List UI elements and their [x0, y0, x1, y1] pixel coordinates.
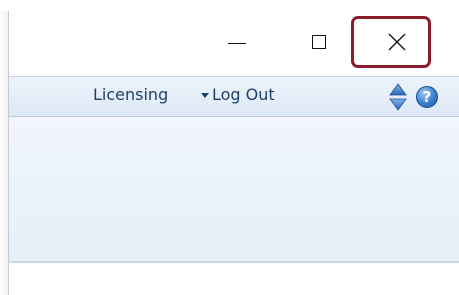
- log-out-link[interactable]: Log Out: [212, 85, 275, 105]
- toolbar: Licensing Log Out ?: [8, 76, 459, 117]
- application-window: Licensing Log Out ?: [0, 0, 459, 295]
- caret-down-icon[interactable]: [201, 93, 209, 98]
- maximize-button[interactable]: [291, 11, 347, 73]
- content-area: [8, 117, 459, 261]
- title-bar: [8, 11, 459, 76]
- close-icon: [388, 33, 406, 51]
- licensing-menu[interactable]: Licensing: [93, 85, 168, 105]
- window-shadow: [0, 11, 8, 295]
- up-down-arrows-icon[interactable]: [389, 83, 407, 111]
- help-icon[interactable]: ?: [416, 86, 438, 108]
- bottom-panel: [8, 263, 459, 295]
- close-button[interactable]: [369, 11, 425, 73]
- maximize-icon: [312, 35, 326, 49]
- minimize-button[interactable]: [209, 11, 265, 73]
- minimize-icon: [228, 42, 246, 44]
